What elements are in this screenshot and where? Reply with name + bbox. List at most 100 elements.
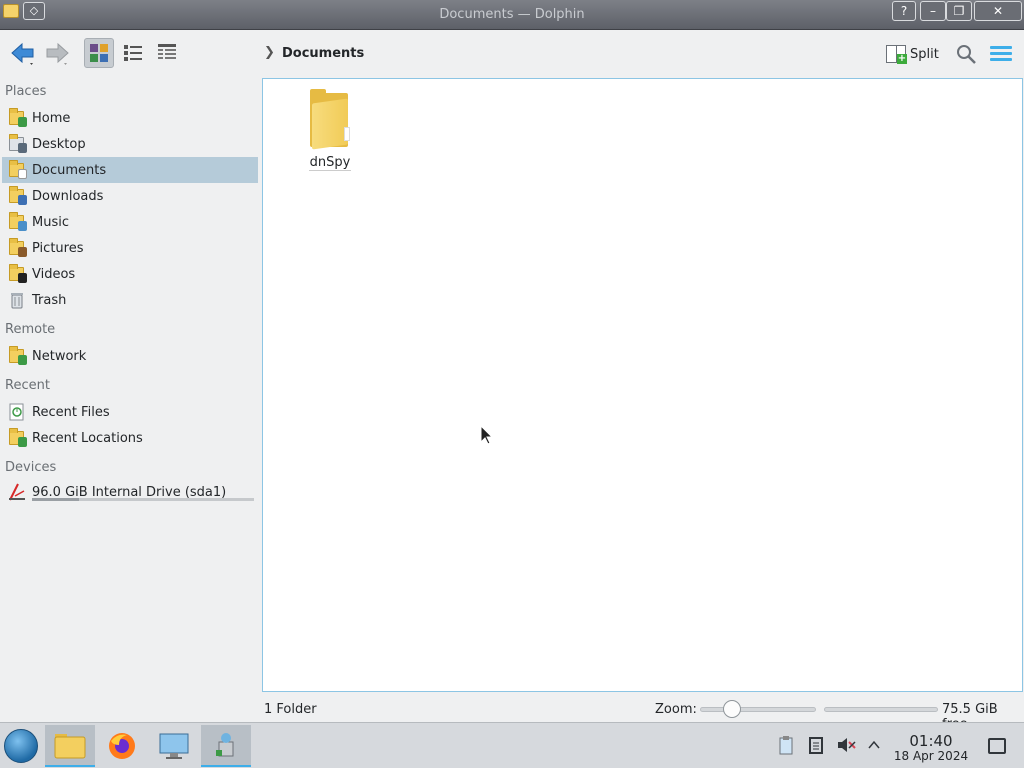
start-menu-button[interactable] [4,729,38,763]
breadcrumb-current[interactable]: Documents [282,46,364,61]
back-button[interactable] [8,38,38,68]
maximize-button[interactable]: ❐ [946,1,972,21]
task-system-settings[interactable] [149,725,199,767]
tray-clipboard[interactable] [776,735,796,755]
tray-volume[interactable] [836,735,856,755]
back-arrow-icon [11,42,34,65]
task-dolphin[interactable] [45,725,95,767]
title-bar: ◇ Documents — Dolphin ? – ❐ ✕ [0,0,1024,30]
recent-section-title: Recent [5,378,50,393]
search-icon [957,45,976,64]
tray-expand[interactable] [864,735,884,755]
compact-list-icon [124,45,142,61]
videos-folder-icon [7,264,27,284]
sidebar-item-label: Desktop [32,136,86,152]
clipboard-icon [779,736,793,755]
free-space-bar [824,707,938,712]
sidebar-item-music[interactable]: Music [2,209,258,235]
settings-monitor-icon [159,733,189,759]
close-button[interactable]: ✕ [974,1,1022,21]
forward-button[interactable] [42,38,72,68]
sidebar-item-home[interactable]: Home [2,105,258,131]
minimize-button[interactable]: – [920,1,946,21]
network-tool-icon [216,733,234,757]
sidebar-item-label: Trash [32,292,67,308]
sidebar-item-label: Home [32,110,71,126]
zoom-label: Zoom: [655,702,697,717]
sidebar-item-label: Downloads [32,188,104,204]
file-name: dnSpy [308,155,352,171]
sidebar-item-network[interactable]: Network [2,343,258,369]
split-label: Split [910,46,939,62]
sidebar-item-downloads[interactable]: Downloads [2,183,258,209]
drive-usage-fill [32,498,79,501]
folder-icon [54,734,86,759]
clock-date[interactable]: 18 Apr 2024 [892,749,970,763]
file-view[interactable]: dnSpy [262,78,1023,692]
places-section-title: Places [5,84,47,99]
home-folder-icon [7,108,27,128]
details-list-icon [158,44,176,59]
clock-time[interactable]: 01:40 [900,732,962,750]
sidebar-item-recent-locations[interactable]: Recent Locations [2,425,258,451]
sidebar-item-label: Pictures [32,240,84,256]
sidebar-item-label: Recent Files [32,404,110,420]
status-summary: 1 Folder [264,702,317,717]
sidebar-item-videos[interactable]: Videos [2,261,258,287]
notes-icon [809,737,823,754]
sidebar-item-label: Network [32,348,87,364]
mouse-cursor-icon [480,425,494,445]
folder-item-dnspy[interactable]: dnSpy [303,89,357,171]
recent-locations-icon [7,428,27,448]
search-button[interactable] [955,43,977,65]
remote-section-title: Remote [5,322,56,337]
task-network-tool[interactable] [201,725,251,767]
sidebar-item-pictures[interactable]: Pictures [2,235,258,261]
grid-view-icon [90,44,108,62]
trash-icon [7,290,27,310]
sidebar-item-label: Documents [32,162,107,178]
sidebar-item-label: Videos [32,266,76,282]
drive-usage-bar [32,498,254,501]
network-folder-icon [7,346,27,366]
sidebar-item-desktop[interactable]: Desktop [2,131,258,157]
toolbar: ❯ Documents + Split [0,30,1024,78]
pictures-folder-icon [7,238,27,258]
downloads-folder-icon [7,186,27,206]
sidebar-item-documents[interactable]: Documents [2,157,258,183]
split-view-icon: + [886,45,907,64]
music-folder-icon [7,212,27,232]
zoom-slider-handle[interactable] [723,700,741,718]
show-desktop-button[interactable] [988,738,1006,754]
split-button[interactable]: + Split [886,43,939,65]
hamburger-menu-button[interactable] [990,44,1012,64]
sidebar-item-trash[interactable]: Trash [2,287,258,313]
window-title: Documents — Dolphin [439,7,585,22]
task-firefox[interactable] [97,725,147,767]
drive-icon [7,482,27,502]
volume-muted-icon [838,738,856,752]
details-view-button[interactable] [152,38,182,68]
devices-section-title: Devices [5,460,57,475]
desktop-folder-icon [7,134,27,154]
menu-line-icon [990,46,1012,49]
sidebar-item-label: Recent Locations [32,430,143,446]
chevron-up-icon [868,740,880,749]
recent-files-icon [7,402,27,422]
tray-notes[interactable] [806,735,826,755]
menu-line-icon [990,58,1012,61]
places-panel: Places Home Desktop Documents Downloads … [0,78,262,722]
documents-folder-icon [7,160,27,180]
sidebar-item-label: Music [32,214,69,230]
help-button[interactable]: ? [892,1,916,21]
compact-view-button[interactable] [118,38,148,68]
status-bar: 1 Folder Zoom: 75.5 GiB free [262,696,1024,732]
breadcrumb-chevron-icon[interactable]: ❯ [264,45,275,60]
taskbar: 01:40 18 Apr 2024 [0,722,1024,768]
icons-view-button[interactable] [84,38,114,68]
zoom-slider-track[interactable] [700,707,816,712]
folder-icon [308,89,352,150]
firefox-icon [109,733,135,759]
sidebar-item-internal-drive[interactable]: 96.0 GiB Internal Drive (sda1) [2,479,258,505]
sidebar-item-recent-files[interactable]: Recent Files [2,399,258,425]
